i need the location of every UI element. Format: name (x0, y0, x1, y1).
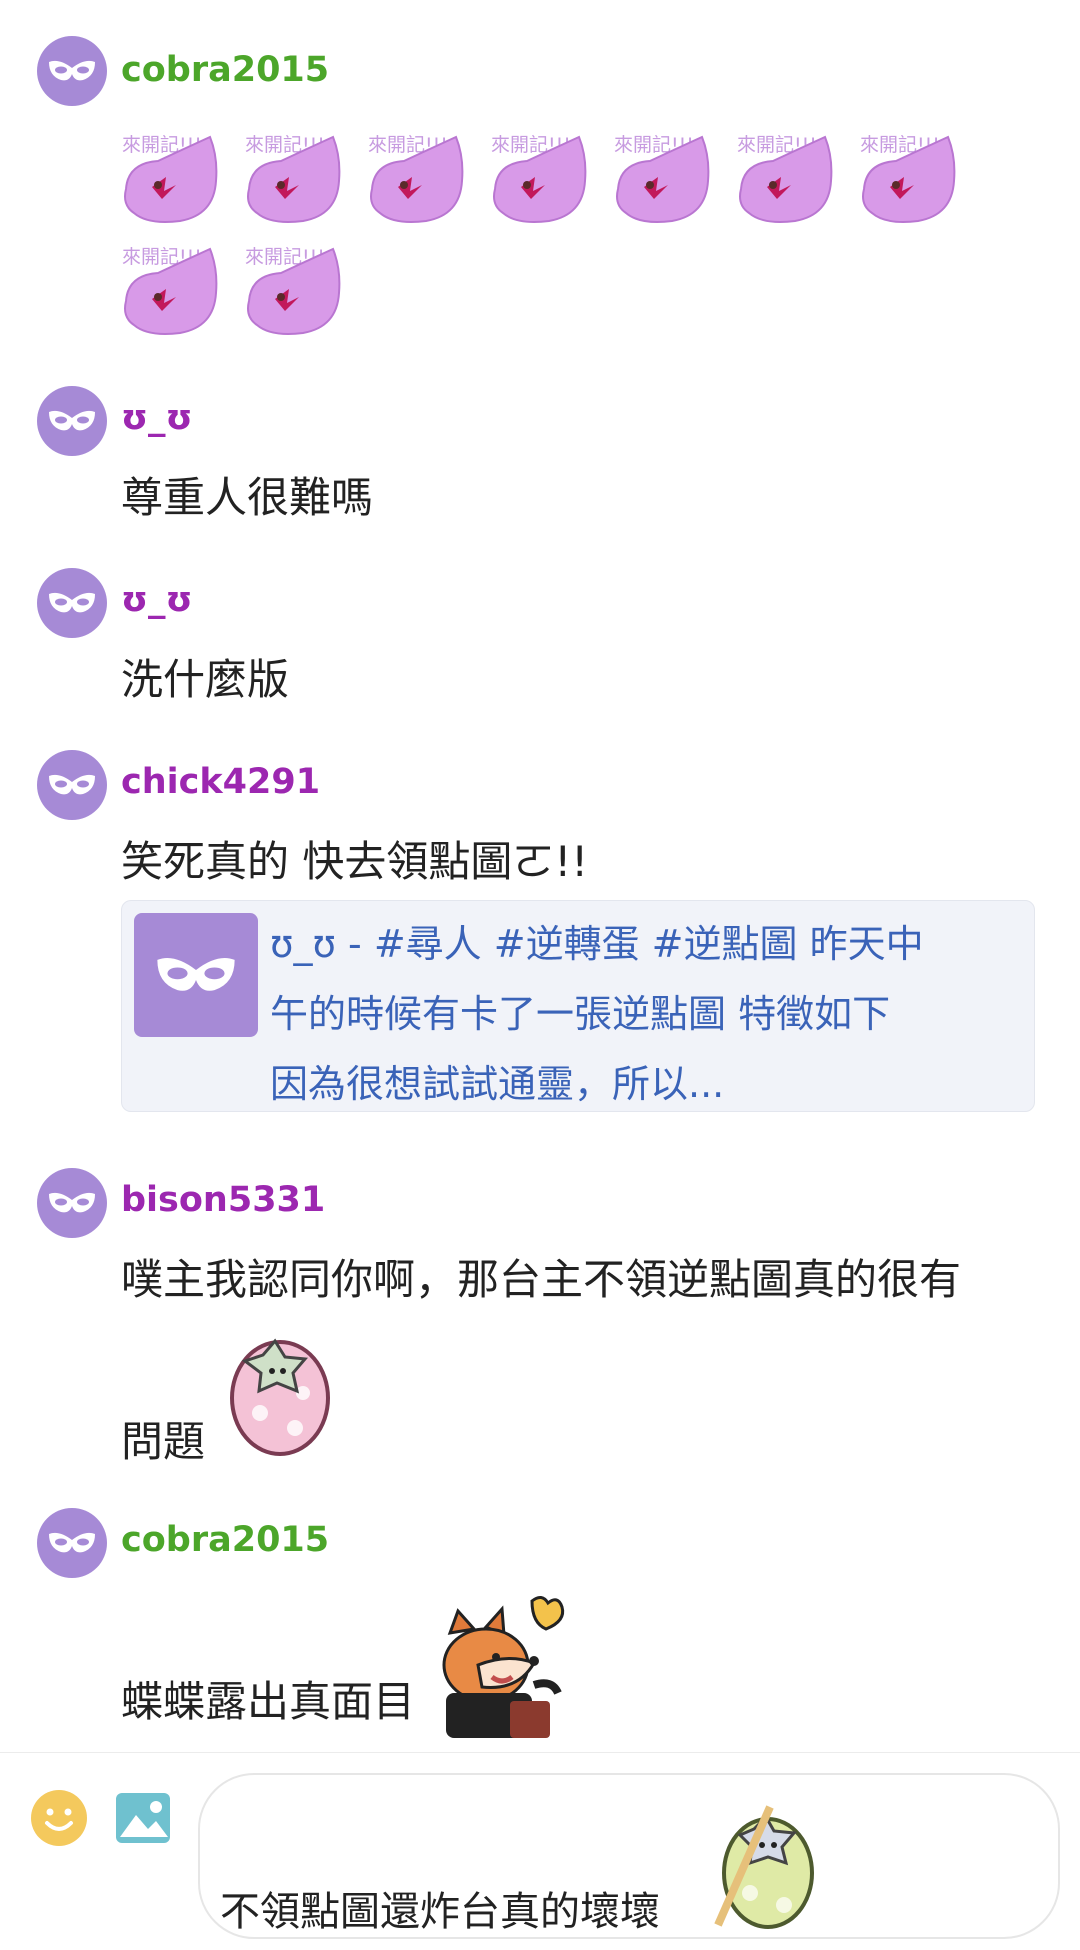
response-item: cobra2015 蝶蝶露出真面目 (0, 1508, 1080, 1748)
author-name[interactable]: cobra2015 (121, 1520, 329, 1560)
author-name[interactable]: cobra2015 (121, 50, 329, 90)
linked-plurk-card[interactable]: ʊ_ʊ - #尋人 #逆轉蛋 #逆點圖 昨天中 午的時候有卡了一張逆點圖 特徵如… (121, 900, 1035, 1112)
sticker-image[interactable]: 來開記!!! (487, 129, 603, 229)
anonymous-mask-avatar[interactable] (37, 1168, 107, 1238)
response-item: ʊ_ʊ 尊重人很難嗎 (0, 386, 1080, 526)
response-text: 噗主我認同你啊，那台主不領逆點圖真的很有 (121, 1255, 962, 1304)
image-icon[interactable] (114, 1789, 172, 1847)
sticker-image[interactable]: 來開記!!! (610, 129, 726, 229)
sticker-image[interactable]: 來開記!!! (118, 241, 234, 341)
anonymous-mask-avatar[interactable] (37, 1508, 107, 1578)
response-text: 問題 (121, 1417, 206, 1466)
mask-icon (49, 774, 95, 795)
anonymous-mask-avatar[interactable] (37, 386, 107, 456)
link-line: 午的時候有卡了一張逆點圖 特徵如下 (270, 992, 891, 1036)
sticker-image[interactable]: 來開記!!! (118, 129, 234, 229)
sticker-image[interactable]: 來開記!!! (364, 129, 480, 229)
response-feed: cobra2015 來開記!!! 來開記!!! 來開記!!! 來開記!!! 來開… (0, 0, 1080, 1752)
link-line: 因為很想試試通靈，所以... (270, 1062, 725, 1106)
sticker-image[interactable]: 來開記!!! (733, 129, 849, 229)
sticker-image[interactable]: 來開記!!! (241, 241, 357, 341)
mask-icon (49, 410, 95, 431)
author-name[interactable]: ʊ_ʊ (121, 580, 193, 620)
author-name[interactable]: ʊ_ʊ (121, 398, 193, 438)
response-item: ʊ_ʊ 洗什麼版 (0, 568, 1080, 708)
fox-sticker[interactable] (438, 1593, 568, 1738)
link-thumbnail (134, 913, 258, 1037)
response-text: 蝶蝶露出真面目 (121, 1677, 416, 1726)
link-preview-text[interactable]: ʊ_ʊ - #尋人 #逆轉蛋 #逆點圖 昨天中 午的時候有卡了一張逆點圖 特徵如… (270, 909, 1010, 1119)
author-name[interactable]: bison5331 (121, 1180, 325, 1220)
response-input-text: 不領點圖還炸台真的壞壞 (220, 1889, 660, 1935)
mask-icon (49, 1192, 95, 1213)
sticker-image[interactable] (225, 1333, 335, 1458)
response-text: 洗什麼版 (121, 655, 290, 704)
compose-bar: 不領點圖還炸台真的壞壞 (0, 1752, 1080, 1950)
sticker-group: 來開記!!! 來開記!!! 來開記!!! 來開記!!! 來開記!!! 來開記!!… (118, 129, 998, 349)
sticker-image[interactable] (710, 1801, 820, 1931)
anonymous-mask-avatar[interactable] (37, 750, 107, 820)
mask-icon (49, 60, 95, 81)
link-line: ʊ_ʊ - #尋人 #逆轉蛋 #逆點圖 昨天中 (270, 922, 924, 966)
mask-icon (49, 592, 95, 613)
response-text: 笑死真的 快去領點圖ㄛ!! (121, 837, 589, 886)
anonymous-mask-avatar[interactable] (37, 36, 107, 106)
response-item: bison5331 噗主我認同你啊，那台主不領逆點圖真的很有 問題 (0, 1168, 1080, 1468)
anonymous-mask-avatar[interactable] (37, 568, 107, 638)
response-item: cobra2015 來開記!!! 來開記!!! 來開記!!! 來開記!!! 來開… (0, 34, 1080, 354)
author-name[interactable]: chick4291 (121, 762, 320, 802)
mask-icon (157, 957, 235, 991)
smiley-icon[interactable] (30, 1789, 88, 1847)
sticker-image[interactable]: 來開記!!! (241, 129, 357, 229)
mask-icon (49, 1532, 95, 1553)
sticker-image[interactable]: 來開記!!! (856, 129, 972, 229)
response-text: 尊重人很難嗎 (121, 473, 374, 522)
response-input[interactable]: 不領點圖還炸台真的壞壞 (198, 1773, 1060, 1939)
